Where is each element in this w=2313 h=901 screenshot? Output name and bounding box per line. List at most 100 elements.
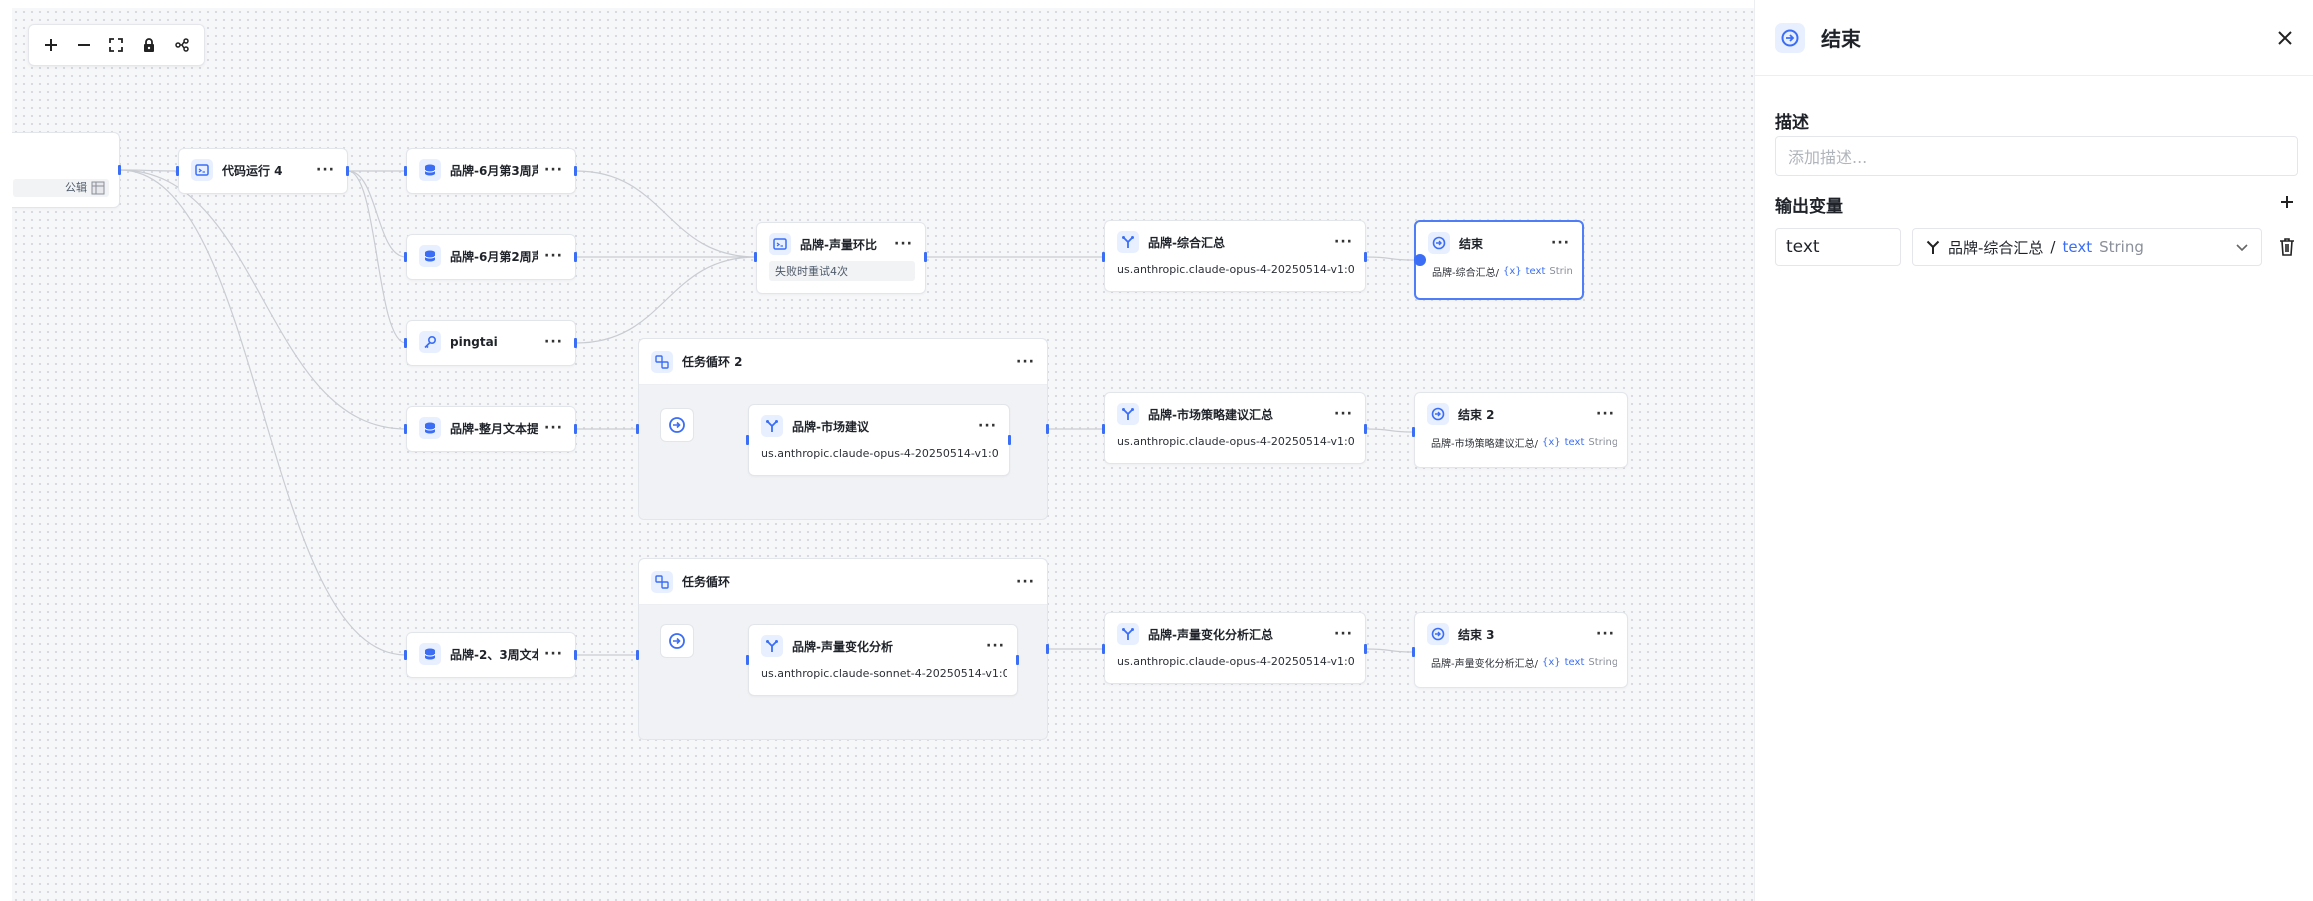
more-icon[interactable]: ···: [316, 163, 335, 177]
port-handle[interactable]: [346, 166, 349, 176]
workflow-canvas[interactable]: 公辑 代码运行 4 ··· 品牌-6月第3周声量 ··· 品牌-6月第2周声量 ···…: [12, 8, 1754, 901]
port-handle[interactable]: [574, 166, 577, 176]
more-icon[interactable]: ···: [544, 163, 563, 177]
delete-icon[interactable]: [2277, 236, 2297, 258]
more-icon[interactable]: ···: [1016, 575, 1035, 589]
loop-start-2[interactable]: [660, 408, 694, 442]
port-handle[interactable]: [636, 650, 639, 660]
edge-line[interactable]: [119, 169, 407, 656]
port-handle[interactable]: [404, 650, 407, 660]
node-brand-month[interactable]: 品牌-整月文本提取 ···: [406, 406, 576, 452]
node-volume-summary[interactable]: 品牌-声量变化分析汇总 ··· us.anthropic.claude-opus-…: [1104, 612, 1366, 684]
llm-icon: [1117, 403, 1139, 425]
more-icon[interactable]: ···: [1334, 235, 1353, 249]
more-icon[interactable]: ···: [1016, 355, 1035, 369]
port-handle[interactable]: [574, 650, 577, 660]
auto-layout-button[interactable]: [168, 31, 196, 59]
port-handle[interactable]: [176, 166, 179, 176]
port-handle[interactable]: [1016, 655, 1019, 665]
node-end3[interactable]: 结束 3 ··· 品牌-声量变化分析汇总/{x} text String: [1414, 612, 1628, 688]
edge-line[interactable]: [1365, 256, 1415, 261]
more-icon[interactable]: ···: [544, 647, 563, 661]
port-handle[interactable]: [1046, 424, 1049, 434]
more-icon[interactable]: ···: [1551, 236, 1570, 250]
plus-icon: [45, 39, 58, 51]
node-title: 品牌-6月第2周声量: [450, 249, 539, 264]
code-icon: [769, 233, 791, 255]
node-brand-w3[interactable]: 品牌-6月第3周声量 ···: [406, 148, 576, 194]
description-input[interactable]: 添加描述...: [1775, 136, 2298, 176]
port-handle[interactable]: [1102, 424, 1105, 434]
variable-reference-select[interactable]: 品牌-综合汇总 / text String: [1912, 228, 2262, 266]
node-title: 品牌-市场策略建议汇总: [1148, 407, 1273, 422]
port-handle[interactable]: [1412, 647, 1415, 657]
add-variable-icon[interactable]: [2279, 194, 2295, 210]
port-handle[interactable]: [636, 424, 639, 434]
node-end1[interactable]: 结束 ··· 品牌-综合汇总/{x}textString: [1414, 220, 1584, 300]
partial-node[interactable]: 公辑: [12, 132, 120, 208]
zoom-in-button[interactable]: [37, 31, 65, 59]
node-code-run4[interactable]: 代码运行 4 ···: [178, 148, 348, 194]
node-market-summary[interactable]: 品牌-市场策略建议汇总 ··· us.anthropic.claude-opus-…: [1104, 392, 1366, 464]
port-handle[interactable]: [1364, 644, 1367, 654]
more-icon[interactable]: ···: [894, 237, 913, 251]
node-brand-w2[interactable]: 品牌-6月第2周声量 ···: [406, 234, 576, 280]
more-icon[interactable]: ···: [1334, 627, 1353, 641]
port-handle[interactable]: [404, 252, 407, 262]
edge-line[interactable]: [1365, 428, 1415, 433]
port-handle[interactable]: [924, 252, 927, 262]
variable-name-input[interactable]: text: [1775, 228, 1901, 266]
edge-line[interactable]: [575, 170, 757, 258]
port-handle[interactable]: [574, 424, 577, 434]
port-handle[interactable]: [404, 166, 407, 176]
port-handle[interactable]: [1102, 644, 1105, 654]
port-handle[interactable]: [746, 655, 749, 665]
edge-line[interactable]: [347, 170, 407, 258]
edge-line[interactable]: [119, 169, 407, 430]
more-icon[interactable]: ···: [1334, 407, 1353, 421]
node-title: 结束 3: [1458, 627, 1495, 642]
port-handle[interactable]: [746, 435, 749, 445]
zoom-out-button[interactable]: [70, 31, 98, 59]
more-icon[interactable]: ···: [978, 419, 997, 433]
port-handle[interactable]: [118, 165, 121, 175]
lock-button[interactable]: [135, 31, 163, 59]
layout-icon: [174, 38, 189, 52]
port-handle[interactable]: [574, 338, 577, 348]
port-handle[interactable]: [754, 252, 757, 262]
llm-icon: [761, 415, 783, 437]
more-icon[interactable]: ···: [544, 335, 563, 349]
more-icon[interactable]: ···: [544, 421, 563, 435]
close-icon[interactable]: [2275, 28, 2295, 48]
port-handle[interactable]: [404, 424, 407, 434]
port-handle[interactable]: [1102, 252, 1105, 262]
port-handle[interactable]: [1412, 427, 1415, 437]
more-icon[interactable]: ···: [1596, 627, 1615, 641]
port-handle[interactable]: [1008, 435, 1011, 445]
edge-line[interactable]: [347, 170, 407, 344]
input-handle[interactable]: [1414, 254, 1426, 266]
port-handle[interactable]: [1364, 252, 1367, 262]
node-title: 代码运行 4: [222, 163, 283, 178]
port-handle[interactable]: [404, 338, 407, 348]
node-brand-23w[interactable]: 品牌-2、3周文本提取 ···: [406, 632, 576, 678]
port-handle[interactable]: [1046, 644, 1049, 654]
node-pingtai[interactable]: pingtai ···: [406, 320, 576, 366]
more-icon[interactable]: ···: [544, 249, 563, 263]
port-handle[interactable]: [574, 252, 577, 262]
code-icon: [191, 159, 213, 181]
fit-view-button[interactable]: [102, 31, 130, 59]
node-brand-mom[interactable]: 品牌-声量环比 ··· 失败时重试4次: [756, 222, 926, 294]
node-market-advice[interactable]: 品牌-市场建议 ··· us.anthropic.claude-opus-4-20…: [748, 404, 1010, 476]
more-icon[interactable]: ···: [986, 639, 1005, 653]
edge-line[interactable]: [575, 256, 757, 344]
output-variables-label: 输出变量: [1775, 197, 1843, 217]
port-handle[interactable]: [1364, 424, 1367, 434]
end-icon: [1427, 403, 1449, 425]
more-icon[interactable]: ···: [1596, 407, 1615, 421]
edge-line[interactable]: [1365, 648, 1415, 653]
node-brand-summary[interactable]: 品牌-综合汇总 ··· us.anthropic.claude-opus-4-20…: [1104, 220, 1366, 292]
loop-start-1[interactable]: [660, 624, 694, 658]
node-end2[interactable]: 结束 2 ··· 品牌-市场策略建议汇总/{x} text String: [1414, 392, 1628, 468]
node-volume-analysis[interactable]: 品牌-声量变化分析 ··· us.anthropic.claude-sonnet-…: [748, 624, 1018, 696]
